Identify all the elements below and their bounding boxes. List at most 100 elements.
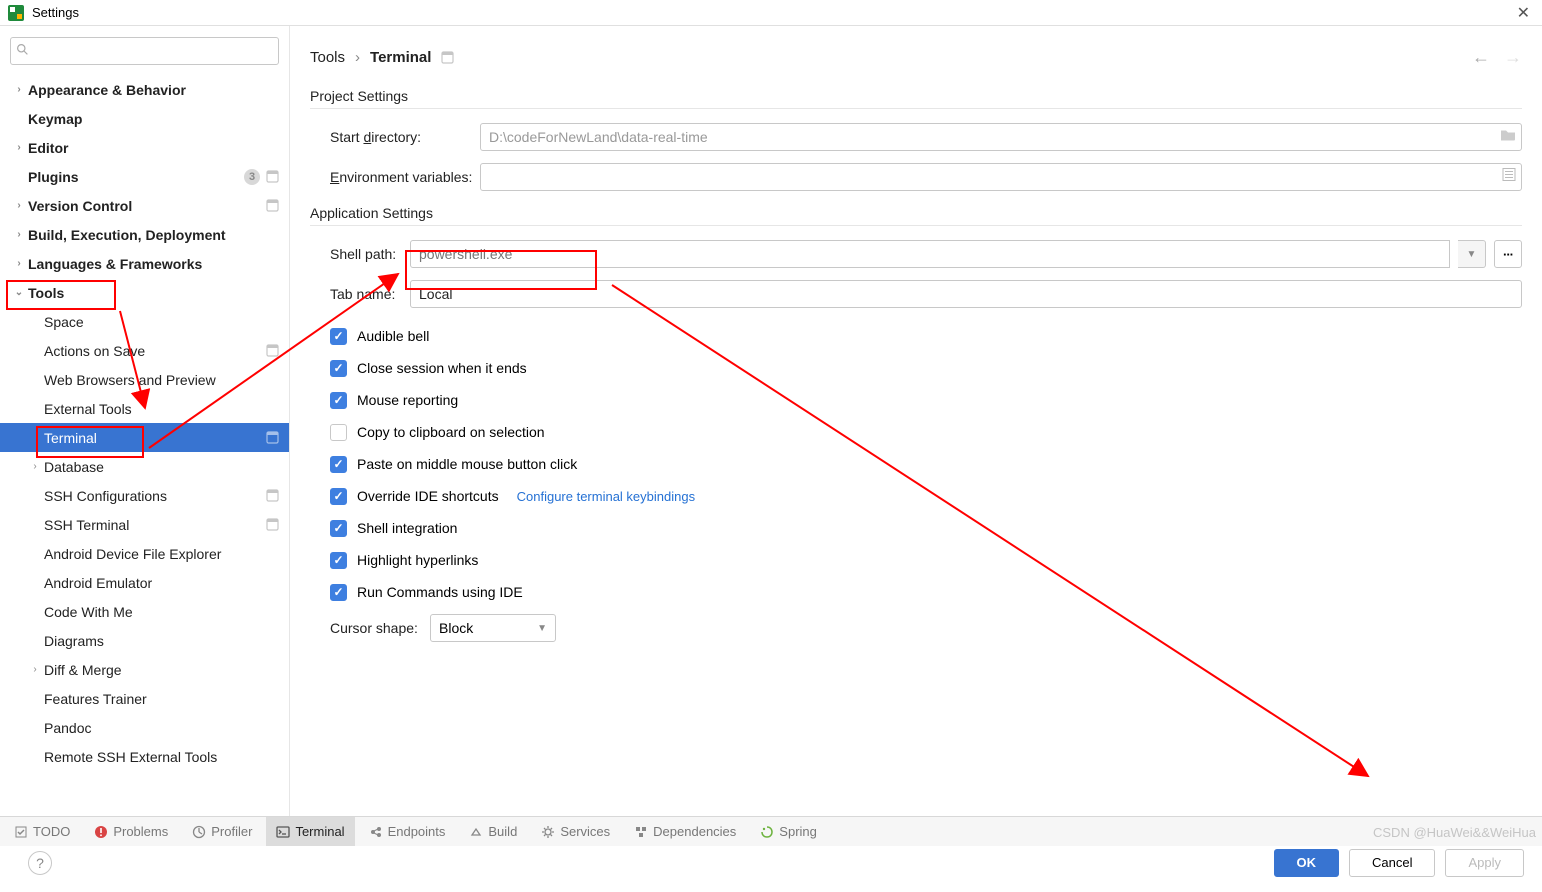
sidebar-item-label: External Tools <box>42 401 132 417</box>
sidebar-item-label: Diff & Merge <box>42 662 122 678</box>
highlight-hyperlinks-checkbox[interactable] <box>330 552 347 569</box>
project-scope-icon <box>266 170 279 183</box>
section-title-project: Project Settings <box>310 88 1522 104</box>
copy-clipboard-checkbox[interactable] <box>330 424 347 441</box>
chevron-icon: ⌄ <box>12 287 26 298</box>
watermark: CSDN @HuaWei&&WeiHua <box>1373 825 1536 840</box>
copy-clipboard-label: Copy to clipboard on selection <box>357 424 545 440</box>
status-item-profiler[interactable]: Profiler <box>182 817 262 846</box>
shell-path-dropdown[interactable]: ▼ <box>1458 240 1486 268</box>
env-vars-input[interactable] <box>480 163 1522 191</box>
mouse-reporting-label: Mouse reporting <box>357 392 458 408</box>
sidebar-item-label: Languages & Frameworks <box>26 256 202 272</box>
project-scope-icon <box>266 431 279 444</box>
settings-tree[interactable]: ›Appearance & Behavior Keymap ›EditorPlugi… <box>0 73 289 816</box>
env-vars-label: Environment variables: <box>310 169 480 185</box>
status-label: Build <box>488 824 517 839</box>
sidebar-item-android-emulator[interactable]: Android Emulator <box>0 568 289 597</box>
project-scope-icon <box>266 344 279 357</box>
chevron-icon: › <box>12 84 26 95</box>
cancel-button[interactable]: Cancel <box>1349 849 1435 877</box>
status-item-todo[interactable]: TODO <box>4 817 80 846</box>
sidebar-item-build-execution-deployment[interactable]: ›Build, Execution, Deployment <box>0 220 289 249</box>
folder-icon[interactable] <box>1500 128 1516 147</box>
nav-forward-icon[interactable]: → <box>1504 47 1522 68</box>
start-directory-label: Start directory: <box>310 129 480 145</box>
shell-integration-checkbox[interactable] <box>330 520 347 537</box>
status-item-build[interactable]: Build <box>459 817 527 846</box>
list-icon[interactable] <box>1502 168 1516 187</box>
configure-keybindings-link[interactable]: Configure terminal keybindings <box>517 489 695 504</box>
sidebar-item-editor[interactable]: ›Editor <box>0 133 289 162</box>
chevron-icon: › <box>28 664 42 675</box>
status-item-spring[interactable]: Spring <box>750 817 827 846</box>
sidebar-item-code-with-me[interactable]: Code With Me <box>0 597 289 626</box>
sidebar-item-label: Space <box>42 314 84 330</box>
run-commands-ide-label: Run Commands using IDE <box>357 584 523 600</box>
sidebar-item-label: Features Trainer <box>42 691 147 707</box>
mouse-reporting-checkbox[interactable] <box>330 392 347 409</box>
cursor-shape-select[interactable]: Block ▼ <box>430 614 556 642</box>
status-item-endpoints[interactable]: Endpoints <box>359 817 456 846</box>
sidebar-item-label: Code With Me <box>42 604 133 620</box>
sidebar-item-space[interactable]: Space <box>0 307 289 336</box>
breadcrumb-seg: Tools <box>310 49 345 66</box>
sidebar-item-web-browsers-and-preview[interactable]: Web Browsers and Preview <box>0 365 289 394</box>
start-directory-input[interactable] <box>480 123 1522 151</box>
sidebar-item-label: Android Emulator <box>42 575 152 591</box>
close-session-checkbox[interactable] <box>330 360 347 377</box>
override-shortcuts-checkbox[interactable] <box>330 488 347 505</box>
status-label: Terminal <box>295 824 344 839</box>
sidebar-item-pandoc[interactable]: Pandoc <box>0 713 289 742</box>
audible-bell-checkbox[interactable] <box>330 328 347 345</box>
sidebar-item-android-device-file-explorer[interactable]: Android Device File Explorer <box>0 539 289 568</box>
sidebar-item-label: Version Control <box>26 198 132 214</box>
shell-path-browse-button[interactable]: ··· <box>1494 240 1522 268</box>
help-button[interactable]: ? <box>28 851 52 875</box>
sidebar-item-label: Keymap <box>26 111 82 127</box>
sidebar-item-actions-on-save[interactable]: Actions on Save <box>0 336 289 365</box>
sidebar-item-label: Actions on Save <box>42 343 145 359</box>
sidebar-item-ssh-terminal[interactable]: SSH Terminal <box>0 510 289 539</box>
sidebar-item-ssh-configurations[interactable]: SSH Configurations <box>0 481 289 510</box>
status-label: Profiler <box>211 824 252 839</box>
sidebar-item-plugins[interactable]: Plugins3 <box>0 162 289 191</box>
sidebar-item-version-control[interactable]: ›Version Control <box>0 191 289 220</box>
ok-button[interactable]: OK <box>1274 849 1340 877</box>
sidebar-item-remote-ssh-external-tools[interactable]: Remote SSH External Tools <box>0 742 289 771</box>
sidebar-item-database[interactable]: ›Database <box>0 452 289 481</box>
close-session-label: Close session when it ends <box>357 360 527 376</box>
sidebar-item-label: Diagrams <box>42 633 104 649</box>
settings-content: Tools › Terminal ← → Project Settings St… <box>290 26 1542 816</box>
sidebar-item-keymap[interactable]: Keymap <box>0 104 289 133</box>
sidebar-item-label: Terminal <box>42 430 97 446</box>
sidebar-item-diagrams[interactable]: Diagrams <box>0 626 289 655</box>
nav-back-icon[interactable]: ← <box>1472 47 1490 68</box>
status-item-problems[interactable]: Problems <box>84 817 178 846</box>
sidebar-item-tools[interactable]: ⌄Tools <box>0 278 289 307</box>
status-label: Services <box>560 824 610 839</box>
sidebar-item-label: Tools <box>26 285 64 301</box>
apply-button[interactable]: Apply <box>1445 849 1524 877</box>
chevron-icon: › <box>12 142 26 153</box>
sidebar-item-appearance-behavior[interactable]: ›Appearance & Behavior <box>0 75 289 104</box>
search-input[interactable] <box>10 37 279 65</box>
sidebar-item-external-tools[interactable]: External Tools <box>0 394 289 423</box>
sidebar-item-terminal[interactable]: Terminal <box>0 423 289 452</box>
chevron-icon: › <box>12 258 26 269</box>
sidebar-item-languages-frameworks[interactable]: ›Languages & Frameworks <box>0 249 289 278</box>
status-label: Endpoints <box>388 824 446 839</box>
sidebar-item-features-trainer[interactable]: Features Trainer <box>0 684 289 713</box>
chevron-icon: › <box>12 200 26 211</box>
status-item-terminal[interactable]: Terminal <box>266 817 354 846</box>
shell-path-input[interactable] <box>410 240 1450 268</box>
close-icon[interactable]: ✕ <box>1513 3 1534 23</box>
run-commands-ide-checkbox[interactable] <box>330 584 347 601</box>
chevron-right-icon: › <box>355 49 360 66</box>
sidebar-item-diff-merge[interactable]: ›Diff & Merge <box>0 655 289 684</box>
paste-middle-checkbox[interactable] <box>330 456 347 473</box>
status-item-dependencies[interactable]: Dependencies <box>624 817 746 846</box>
chevron-icon: › <box>12 229 26 240</box>
tab-name-input[interactable] <box>410 280 1522 308</box>
status-item-services[interactable]: Services <box>531 817 620 846</box>
